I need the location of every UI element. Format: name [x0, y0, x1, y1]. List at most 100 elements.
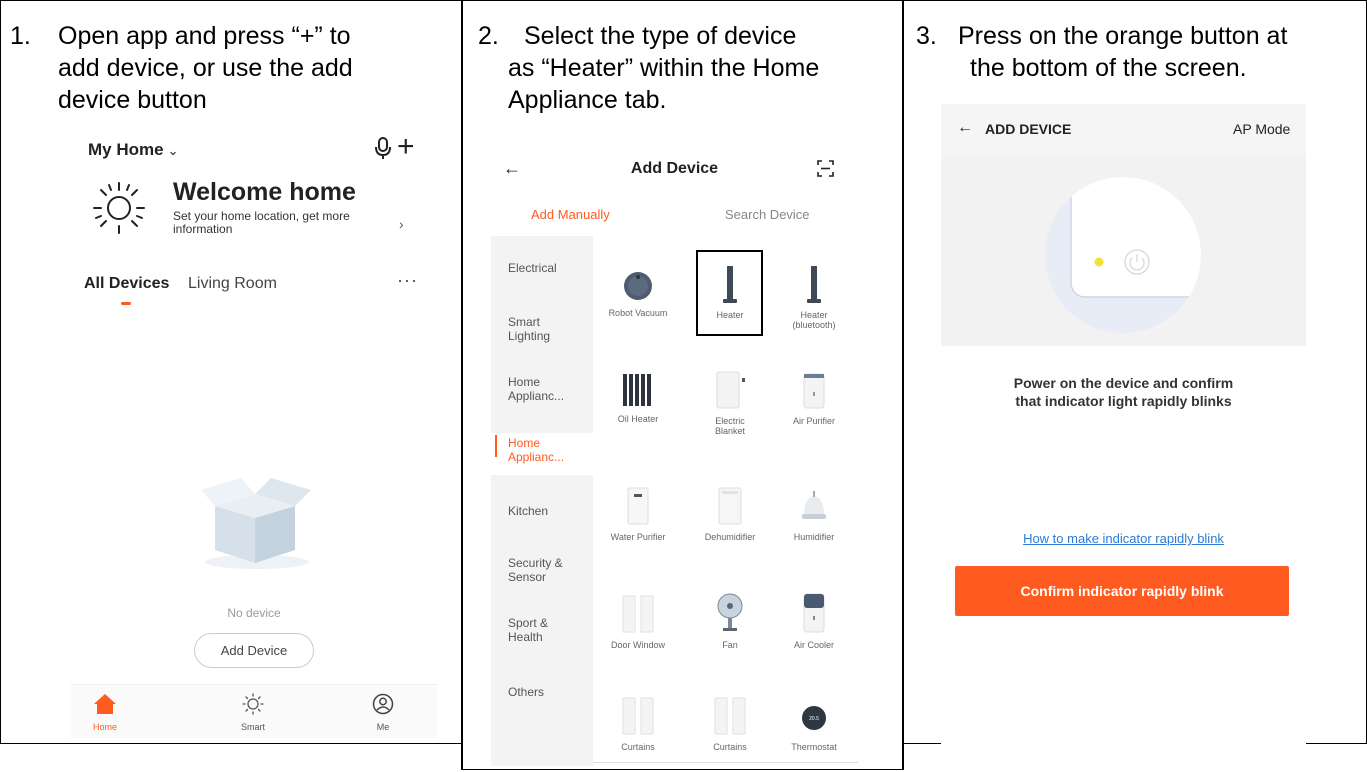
add-device-button[interactable]: Add Device: [194, 633, 314, 668]
step-2-number: 2.: [478, 22, 499, 50]
sidebar-item-smart-lighting[interactable]: Smart Lighting: [508, 315, 578, 343]
device-curtains[interactable]: Curtains: [689, 696, 771, 752]
device-label: Heater (bluetooth): [792, 310, 836, 330]
device-label: Humidifier: [793, 532, 835, 542]
device-label: Robot Vacuum: [608, 308, 668, 318]
device-robot-vacuum[interactable]: Robot Vacuum: [597, 270, 679, 318]
frame-divider-2: [902, 0, 904, 770]
chevron-right-icon[interactable]: ›: [399, 216, 404, 232]
confirm-blink-button[interactable]: Confirm indicator rapidly blink: [955, 566, 1289, 616]
device-illustration: [941, 157, 1306, 346]
bottom-nav: Home Smart Me: [71, 684, 437, 738]
tab-add-manually[interactable]: Add Manually: [531, 207, 610, 222]
frame-divider-1: [461, 0, 463, 770]
thermostat-value: 20.5: [809, 716, 819, 722]
heater-icon: [807, 266, 821, 303]
nav-home[interactable]: Home: [75, 693, 135, 732]
tab-search-device[interactable]: Search Device: [725, 207, 810, 222]
tab-living-room[interactable]: Living Room: [188, 275, 277, 293]
device-dehumidifier[interactable]: Dehumidifier: [689, 486, 771, 542]
chevron-down-icon: ⌄: [167, 143, 179, 158]
plus-icon[interactable]: +: [397, 130, 415, 164]
back-arrow-icon[interactable]: ←: [957, 119, 973, 137]
smart-icon: [242, 693, 264, 715]
sun-icon: [93, 182, 145, 234]
tab-all-devices[interactable]: All Devices: [84, 275, 169, 293]
sidebar-item-security-sensor[interactable]: Security & Sensor: [508, 556, 578, 584]
device-curtains[interactable]: Curtains: [597, 696, 679, 752]
step-1-line: Open app and press “+” to: [58, 22, 351, 50]
profile-icon: [372, 693, 394, 715]
device-air-purifier[interactable]: Air Purifier: [773, 372, 855, 426]
sidebar-item-home-appliance-active[interactable]: Home Applianc...: [508, 436, 578, 464]
device-heater-bluetooth[interactable]: Heater (bluetooth): [773, 264, 855, 330]
device-door-window[interactable]: Door Window: [597, 594, 679, 650]
page-title: ADD DEVICE: [985, 121, 1072, 137]
frame-left-border: [0, 0, 1, 744]
add-device-screen: ← Add Device Add Manually Search Device …: [491, 146, 858, 766]
home-title: My Home: [88, 140, 164, 159]
step-1-line: add device, or use the add: [58, 54, 353, 82]
welcome-subtitle[interactable]: Set your home location, get more informa…: [173, 210, 373, 236]
microphone-icon[interactable]: [373, 136, 393, 160]
device-oil-heater[interactable]: Oil Heater: [597, 372, 679, 424]
air-cooler-icon: [803, 593, 825, 633]
welcome-title: Welcome home: [173, 178, 356, 206]
scan-icon[interactable]: [817, 160, 834, 177]
robot-vacuum-icon: [624, 272, 652, 300]
device-humidifier[interactable]: Humidifier: [773, 490, 855, 542]
device-fan[interactable]: Fan: [689, 592, 771, 650]
frame-top-border: [0, 0, 1367, 1]
device-label: Water Purifier: [610, 532, 666, 542]
sidebar-item-electrical[interactable]: Electrical: [508, 261, 557, 275]
device-electric-blanket[interactable]: Electric Blanket: [689, 370, 771, 436]
tab-indicator: [121, 302, 131, 305]
heater-highlight-box: [696, 250, 763, 336]
device-label: Dehumidifier: [704, 532, 756, 542]
step-3-line: the bottom of the screen.: [970, 54, 1247, 82]
instruction-line: that indicator light rapidly blinks: [1015, 393, 1232, 409]
step-2-text: 2. Select the type of device as “Heater”…: [478, 20, 898, 120]
page-title: Add Device: [630, 160, 719, 177]
step-3-text: 3. Press on the orange button at the bot…: [916, 20, 1362, 90]
sidebar-item-home-appliance[interactable]: Home Applianc...: [508, 375, 578, 403]
device-label: Curtains: [713, 742, 747, 752]
frame-bottom-border: [461, 769, 904, 770]
fan-icon: [717, 593, 743, 631]
device-label: Thermostat: [791, 742, 837, 752]
nav-smart[interactable]: Smart: [223, 693, 283, 732]
device-air-cooler[interactable]: Air Cooler: [773, 592, 855, 650]
sidebar-item-others[interactable]: Others: [508, 685, 544, 699]
instruction-text: Power on the device and confirm that ind…: [941, 374, 1306, 410]
step-3-number: 3.: [916, 22, 937, 50]
device-water-purifier[interactable]: Water Purifier: [597, 486, 679, 542]
curtains-icon: [714, 697, 746, 735]
device-thermostat[interactable]: 20.5 Thermostat: [773, 700, 855, 752]
help-link[interactable]: How to make indicator rapidly blink: [941, 531, 1306, 546]
step-2-line: Select the type of device: [524, 22, 797, 50]
dehumidifier-icon: [718, 487, 742, 525]
frame-bottom-border: [0, 743, 463, 744]
ap-mode-button[interactable]: AP Mode: [1233, 121, 1290, 137]
device-illustration-graphic: [1045, 177, 1201, 333]
electric-blanket-icon: [716, 371, 745, 409]
device-label: Air Cooler: [793, 640, 834, 650]
thermostat-icon: 20.5: [802, 706, 826, 730]
step-1-text: 1. Open app and press “+” to add device,…: [10, 20, 450, 120]
nav-me[interactable]: Me: [353, 693, 413, 732]
more-icon[interactable]: ···: [397, 270, 418, 291]
sidebar-item-sport-health[interactable]: Sport & Health: [508, 616, 578, 644]
home-icon: [94, 694, 116, 714]
step-2-line: as “Heater” within the Home: [508, 54, 820, 82]
no-device-text: No device: [227, 606, 281, 620]
step-3-line: Press on the orange button at: [958, 22, 1288, 50]
door-window-icon: [622, 595, 654, 633]
empty-box-icon: [201, 478, 311, 569]
device-label: Air Purifier: [792, 416, 835, 426]
step-2-line: Appliance tab.: [508, 86, 667, 114]
sidebar-item-kitchen[interactable]: Kitchen: [508, 504, 548, 518]
nav-me-label: Me: [376, 722, 390, 732]
device-label: Door Window: [610, 640, 666, 650]
home-selector[interactable]: My Home ⌄: [88, 140, 178, 160]
ap-mode-screen: ← ADD DEVICE AP Mode Power on the device…: [941, 104, 1306, 744]
